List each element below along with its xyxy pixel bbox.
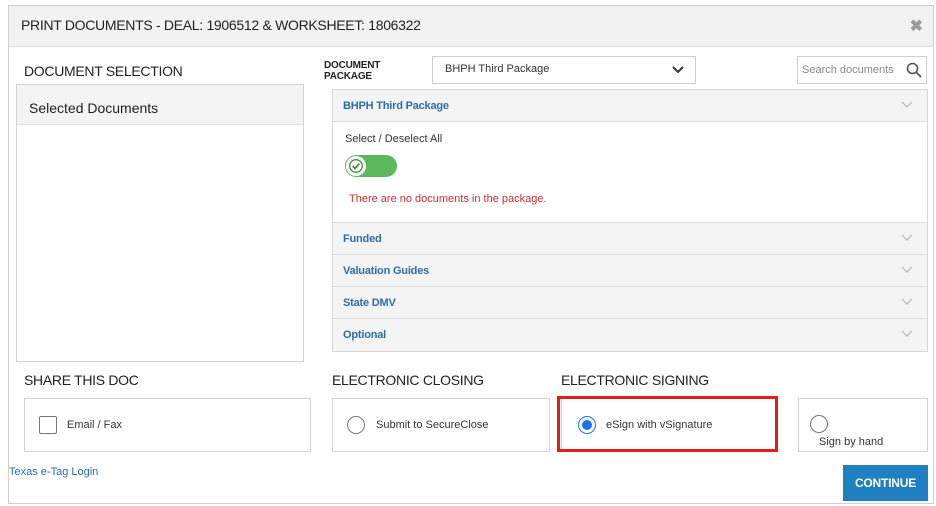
secureclose-option[interactable]: Submit to SecureClose (332, 398, 550, 452)
accordion-body-bhph-third-package: Select / Deselect All There are no docum… (333, 122, 927, 223)
texas-etag-login-link[interactable]: Texas e-Tag Login (9, 466, 98, 478)
search-documents-input[interactable] (802, 61, 906, 79)
dialog-title: PRINT DOCUMENTS - DEAL: 1906512 & WORKSH… (21, 17, 421, 33)
secureclose-radio[interactable] (347, 416, 365, 434)
document-package-select[interactable]: BHPH Third Package (432, 56, 696, 84)
document-package-label: DOCUMENT PACKAGE (324, 60, 380, 82)
chevron-down-icon (901, 266, 913, 273)
email-fax-option[interactable]: Email / Fax (24, 398, 311, 452)
dialog-titlebar: PRINT DOCUMENTS - DEAL: 1906512 & WORKSH… (9, 6, 933, 47)
sign-by-hand-radio[interactable] (810, 415, 828, 433)
esign-vsignature-option[interactable]: eSign with vSignature (561, 398, 778, 452)
select-all-toggle[interactable] (345, 155, 397, 177)
email-fax-label: Email / Fax (67, 419, 123, 431)
email-fax-checkbox[interactable] (39, 416, 57, 434)
sign-by-hand-option[interactable]: Sign by hand (798, 398, 928, 452)
accordion-header-state-dmv[interactable]: State DMV (333, 287, 927, 319)
close-icon[interactable]: ✖ (910, 16, 923, 36)
accordion-label: BHPH Third Package (343, 100, 449, 112)
electronic-closing-heading: ELECTRONIC CLOSING (332, 372, 484, 388)
selected-documents-header: Selected Documents (17, 85, 303, 125)
chevron-down-icon (901, 330, 913, 337)
accordion-label: Funded (343, 233, 382, 245)
chevron-down-icon (901, 101, 913, 108)
accordion-label: Optional (343, 329, 387, 341)
selected-documents-panel: Selected Documents (16, 84, 304, 362)
secureclose-label: Submit to SecureClose (376, 419, 489, 431)
share-this-doc-heading: SHARE THIS DOC (24, 372, 139, 388)
accordion-header-optional[interactable]: Optional (333, 319, 927, 351)
accordion-header-valuation-guides[interactable]: Valuation Guides (333, 255, 927, 287)
electronic-signing-heading: ELECTRONIC SIGNING (561, 372, 709, 388)
accordion-header-funded[interactable]: Funded (333, 223, 927, 255)
search-icon[interactable] (906, 62, 922, 78)
document-package-value: BHPH Third Package (445, 63, 550, 75)
empty-package-message: There are no documents in the package. (349, 193, 547, 205)
search-documents[interactable] (797, 56, 927, 84)
chevron-down-icon (672, 66, 684, 74)
chevron-down-icon (901, 234, 913, 241)
chevron-down-icon (901, 298, 913, 305)
toggle-knob (346, 156, 366, 176)
esign-vsignature-label: eSign with vSignature (606, 419, 713, 431)
accordion-label: State DMV (343, 297, 396, 309)
select-deselect-all-label: Select / Deselect All (345, 133, 443, 145)
accordion-header-bhph-third-package[interactable]: BHPH Third Package (333, 90, 927, 122)
esign-vsignature-radio[interactable] (578, 416, 596, 434)
sign-by-hand-label: Sign by hand (819, 436, 884, 448)
document-package-label-line1: DOCUMENT (324, 60, 381, 71)
accordion-label: Valuation Guides (343, 265, 430, 277)
check-icon (349, 159, 363, 173)
continue-button[interactable]: CONTINUE (843, 465, 928, 501)
document-package-label-line2: PACKAGE (324, 71, 372, 82)
package-accordion: BHPH Third Package Select / Deselect All… (332, 89, 928, 352)
document-selection-heading: DOCUMENT SELECTION (24, 63, 183, 79)
